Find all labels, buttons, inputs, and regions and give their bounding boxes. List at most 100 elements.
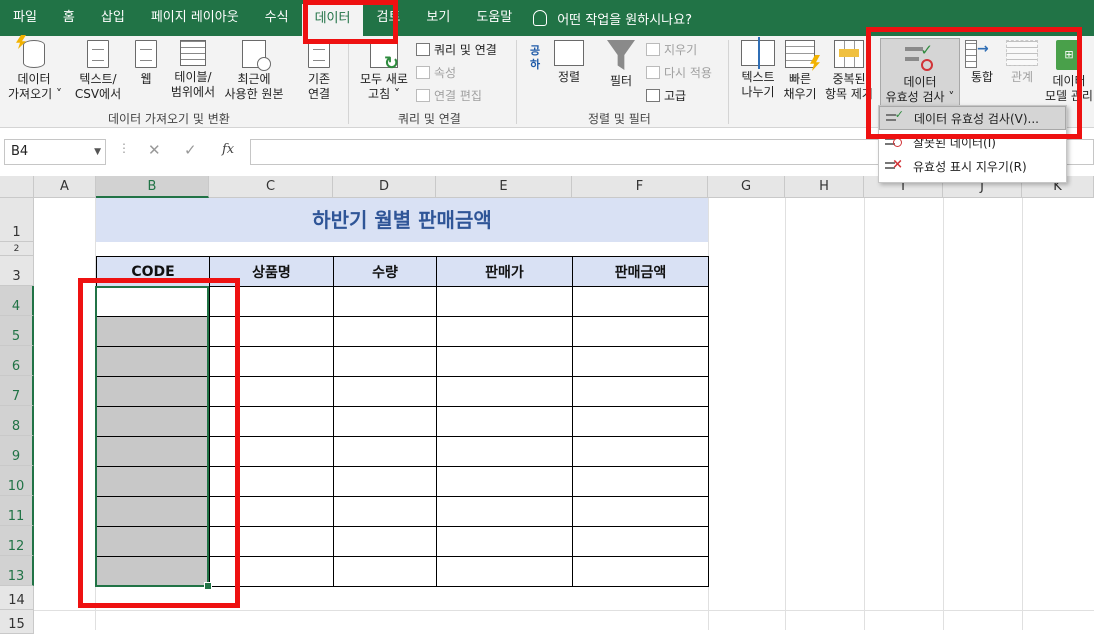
tab-insert[interactable]: 삽입 (88, 0, 138, 36)
row-header-3[interactable]: 3 (0, 256, 34, 286)
sort-az-button[interactable]: 공 하 (524, 44, 546, 80)
column-header-b[interactable]: B (96, 176, 209, 198)
clear-filter-button[interactable]: 지우기 (646, 41, 697, 58)
header-product-name[interactable]: 상품명 (209, 256, 334, 287)
cell-b4[interactable] (96, 286, 210, 317)
tell-me-box[interactable]: 어떤 작업을 원하시나요? (525, 9, 692, 28)
row-header-10[interactable]: 10 (0, 466, 34, 496)
queries-connections-button[interactable]: 쿼리 및 연결 (416, 41, 497, 58)
tab-file[interactable]: 파일 (0, 0, 50, 36)
row-header-5[interactable]: 5 (0, 316, 34, 346)
cell[interactable] (572, 556, 709, 587)
chevron-down-icon[interactable]: ▼ (94, 140, 101, 164)
menu-item-data-validation[interactable]: 데이터 유효성 검사(V)... (879, 106, 1066, 130)
cell-code[interactable] (96, 346, 210, 377)
row-header-12[interactable]: 12 (0, 526, 34, 556)
header-quantity[interactable]: 수량 (333, 256, 437, 287)
from-text-csv-button[interactable]: 텍스트/ CSV에서 (72, 40, 124, 102)
sheet-title[interactable]: 하반기 월별 판매금액 (96, 198, 708, 242)
cell[interactable] (436, 346, 573, 377)
cell[interactable] (572, 286, 709, 317)
cell[interactable] (572, 346, 709, 377)
tab-help[interactable]: 도움말 (463, 0, 525, 36)
header-sales-amount[interactable]: 판매금액 (572, 256, 709, 287)
from-table-button[interactable]: 테이블/ 범위에서 (168, 40, 218, 100)
cancel-icon[interactable]: ✕ (148, 141, 161, 159)
cell[interactable] (436, 466, 573, 497)
cell[interactable] (333, 466, 437, 497)
column-header-f[interactable]: F (572, 176, 708, 198)
cell-code[interactable] (96, 316, 210, 347)
cell[interactable] (436, 436, 573, 467)
properties-button[interactable]: 속성 (416, 64, 456, 81)
cell[interactable] (333, 526, 437, 557)
column-header-g[interactable]: G (708, 176, 785, 198)
row-header-8[interactable]: 8 (0, 406, 34, 436)
row-header-13[interactable]: 13 (0, 556, 34, 586)
cell[interactable] (436, 556, 573, 587)
row-header-7[interactable]: 7 (0, 376, 34, 406)
row-header-14[interactable]: 14 (0, 586, 34, 610)
existing-connections-button[interactable]: 기존 연결 (300, 40, 338, 102)
insert-function-icon[interactable]: fx (222, 142, 234, 157)
cell[interactable] (333, 556, 437, 587)
header-code[interactable]: CODE (96, 256, 210, 287)
cell[interactable] (333, 436, 437, 467)
tab-home[interactable]: 홈 (50, 0, 88, 36)
filter-button[interactable]: 필터 (604, 40, 638, 89)
cell[interactable] (572, 466, 709, 497)
row-header-15[interactable]: 15 (0, 610, 34, 634)
cell[interactable] (209, 316, 334, 347)
cell[interactable] (333, 316, 437, 347)
cell[interactable] (209, 346, 334, 377)
tab-data[interactable]: 데이터 (301, 4, 364, 36)
cell[interactable] (333, 496, 437, 527)
header-unit-price[interactable]: 판매가 (436, 256, 573, 287)
cell[interactable] (572, 496, 709, 527)
cell-code[interactable] (96, 436, 210, 467)
cell[interactable] (333, 406, 437, 437)
cell-code[interactable] (96, 376, 210, 407)
cell[interactable] (333, 346, 437, 377)
row-header-4[interactable]: 4 (0, 286, 34, 316)
from-web-button[interactable]: 웹 (130, 40, 162, 87)
get-data-button[interactable]: 데이터 가져오기 ˅ (8, 40, 62, 102)
tab-review[interactable]: 검토 (363, 0, 413, 36)
flash-fill-button[interactable]: 빠른 채우기 (780, 40, 820, 102)
advanced-filter-button[interactable]: 고급 (646, 87, 686, 104)
name-box[interactable]: B4 ▼ (4, 139, 106, 165)
cell[interactable] (209, 556, 334, 587)
cell[interactable] (572, 526, 709, 557)
cell[interactable] (436, 376, 573, 407)
column-header-e[interactable]: E (436, 176, 572, 198)
cell[interactable] (333, 376, 437, 407)
cell[interactable] (209, 496, 334, 527)
cell[interactable] (436, 496, 573, 527)
consolidate-button[interactable]: 통합 (964, 40, 1000, 85)
edit-links-button[interactable]: 연결 편집 (416, 87, 482, 104)
column-header-c[interactable]: C (209, 176, 333, 198)
column-header-d[interactable]: D (333, 176, 436, 198)
row-header-11[interactable]: 11 (0, 496, 34, 526)
cell[interactable] (333, 286, 437, 317)
cell-code[interactable] (96, 556, 210, 587)
select-all-corner[interactable] (0, 176, 34, 198)
data-model-button[interactable]: ⊞ 데이터 모델 관리 (1044, 40, 1094, 104)
tab-page-layout[interactable]: 페이지 레이아웃 (138, 0, 252, 36)
cell-code[interactable] (96, 496, 210, 527)
row-header-2[interactable]: 2 (0, 242, 34, 256)
cell[interactable] (436, 526, 573, 557)
cell[interactable] (572, 436, 709, 467)
cell-code[interactable] (96, 406, 210, 437)
sort-button[interactable]: 정렬 (552, 40, 586, 85)
cell[interactable] (572, 376, 709, 407)
column-header-a[interactable]: A (34, 176, 96, 198)
cell[interactable] (436, 286, 573, 317)
text-to-columns-button[interactable]: 텍스트 나누기 (736, 37, 780, 100)
data-validation-button[interactable]: ✓ 데이터 유효성 검사 ˅ (880, 38, 960, 106)
remove-duplicates-button[interactable]: 중복된 항목 제거 (822, 40, 876, 102)
row-header-1[interactable]: 1 (0, 198, 34, 242)
cell[interactable] (209, 406, 334, 437)
row-header-6[interactable]: 6 (0, 346, 34, 376)
enter-icon[interactable]: ✓ (184, 141, 197, 159)
